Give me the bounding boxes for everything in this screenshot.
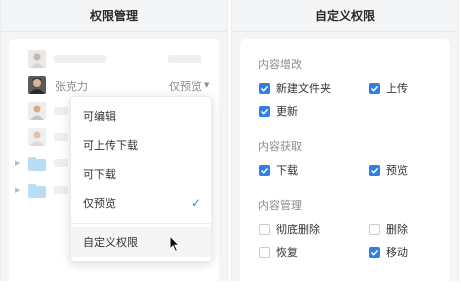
checkbox-checked-icon[interactable] xyxy=(259,164,270,176)
checkbox-checked-icon[interactable] xyxy=(259,105,270,117)
permission-options-card: 内容增改 新建文件夹 上传 更新 内容获取 下载 预览 内容管理 彻底删除 删除… xyxy=(240,39,450,289)
checkbox-checked-icon[interactable] xyxy=(369,164,380,176)
menu-divider xyxy=(71,223,211,224)
checkbox-unchecked-icon[interactable] xyxy=(259,246,270,258)
panel-title: 自定义权限 xyxy=(232,0,458,32)
checkbox-download[interactable]: 下载 xyxy=(259,162,298,178)
checkbox-restore[interactable]: 恢复 xyxy=(259,244,298,260)
checkbox-label: 下载 xyxy=(276,164,298,177)
panel-title: 权限管理 xyxy=(1,0,227,32)
avatar xyxy=(28,50,46,68)
menu-item-upload-download[interactable]: 可上传下载 xyxy=(71,130,211,159)
expand-triangle-icon[interactable]: ▶ xyxy=(15,159,20,167)
checkbox-label: 上传 xyxy=(386,82,408,95)
checkbox-move[interactable]: 移动 xyxy=(369,244,408,260)
checkbox-label: 彻底删除 xyxy=(276,223,320,236)
permission-menu: 可编辑 可上传下载 可下载 仅预览 ✓ 自定义权限 xyxy=(70,96,212,262)
checkbox-label: 删除 xyxy=(386,223,408,236)
checkbox-checked-icon[interactable] xyxy=(369,246,380,258)
folder-icon xyxy=(28,156,46,171)
menu-item-label: 可上传下载 xyxy=(83,138,138,152)
section-title-content-edit: 内容增改 xyxy=(258,58,302,71)
checkbox-new-folder[interactable]: 新建文件夹 xyxy=(259,80,331,96)
folder-icon xyxy=(28,183,46,198)
user-name: 张克力 xyxy=(55,80,88,93)
menu-item-preview-only[interactable]: 仅预览 ✓ xyxy=(71,188,211,217)
checkbox-label: 预览 xyxy=(386,164,408,177)
checkbox-label: 移动 xyxy=(386,246,408,259)
placeholder-bar xyxy=(54,159,68,167)
permission-dropdown[interactable]: 仅预览 xyxy=(169,78,202,94)
checkbox-unchecked-icon[interactable] xyxy=(369,223,380,235)
menu-item-editable[interactable]: 可编辑 xyxy=(71,101,211,130)
checkbox-permanent-delete[interactable]: 彻底删除 xyxy=(259,221,320,237)
expand-triangle-icon[interactable]: ▶ xyxy=(15,186,20,194)
placeholder-bar xyxy=(54,186,68,194)
placeholder-bar xyxy=(54,55,106,63)
checkbox-upload[interactable]: 上传 xyxy=(369,80,408,96)
checkbox-unchecked-icon[interactable] xyxy=(259,223,270,235)
section-title-content-access: 内容获取 xyxy=(258,140,302,153)
menu-item-label: 仅预览 xyxy=(83,196,116,210)
menu-item-label: 自定义权限 xyxy=(83,236,138,249)
menu-item-label: 可下载 xyxy=(83,167,116,181)
placeholder-bar xyxy=(54,107,68,115)
checkbox-preview[interactable]: 预览 xyxy=(369,162,408,178)
mouse-pointer-icon xyxy=(169,234,183,253)
checkbox-checked-icon[interactable] xyxy=(259,82,270,94)
placeholder-bar xyxy=(168,55,201,63)
avatar xyxy=(28,128,46,146)
checkbox-label: 新建文件夹 xyxy=(276,82,331,95)
checkbox-label: 恢复 xyxy=(276,246,298,259)
check-icon: ✓ xyxy=(190,195,201,210)
menu-item-label: 可编辑 xyxy=(83,109,116,123)
checkbox-label: 更新 xyxy=(276,105,298,118)
avatar xyxy=(28,76,46,94)
checkbox-checked-icon[interactable] xyxy=(369,82,380,94)
checkbox-update[interactable]: 更新 xyxy=(259,103,298,119)
section-title-content-management: 内容管理 xyxy=(258,199,302,212)
menu-item-download[interactable]: 可下载 xyxy=(71,159,211,188)
avatar xyxy=(28,102,46,120)
caret-down-icon[interactable]: ▼ xyxy=(204,81,209,89)
menu-item-custom-permission[interactable]: 自定义权限 xyxy=(71,227,211,257)
checkbox-delete[interactable]: 删除 xyxy=(369,221,408,237)
placeholder-bar xyxy=(54,133,68,141)
